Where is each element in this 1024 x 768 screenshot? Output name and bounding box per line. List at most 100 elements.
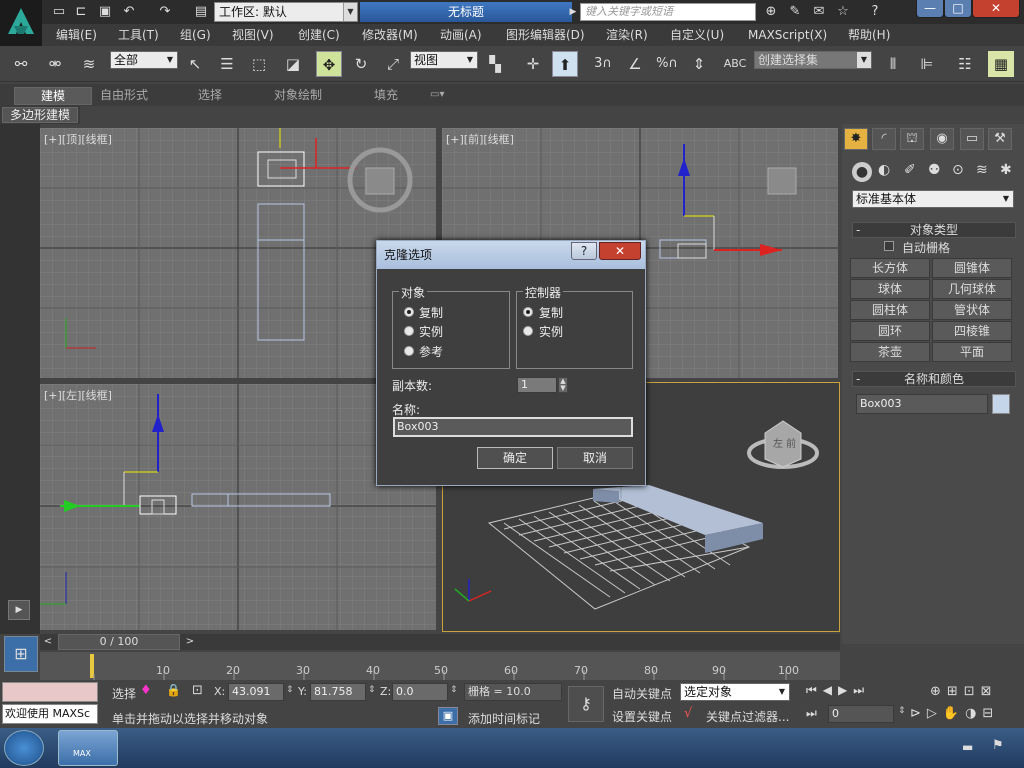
key-mode-dropdown[interactable]: 选定对象 ▼ <box>680 683 790 701</box>
geosphere-button[interactable]: 几何球体 <box>932 279 1012 299</box>
object-name-field[interactable]: Box003 <box>856 394 988 414</box>
display-tab-icon[interactable]: ▭ <box>960 128 984 150</box>
geometry-icon[interactable]: ● <box>852 162 872 182</box>
object-type-rollout[interactable]: - 对象类型 <box>852 222 1016 238</box>
maximize-button[interactable]: □ <box>944 0 972 18</box>
spinner-icon[interactable]: ⇕ <box>286 685 294 695</box>
language-bar[interactable]: ▬ <box>962 740 973 754</box>
help-icon[interactable]: ? <box>866 3 884 21</box>
x-coordinate-field[interactable]: 43.091 <box>228 683 284 701</box>
next-frame-icon[interactable]: > <box>182 634 198 650</box>
set-key-icon[interactable]: ⚷ <box>568 686 604 722</box>
clone-name-field[interactable]: Box003 <box>393 417 633 437</box>
communication-center-icon[interactable]: ✉ <box>810 3 828 21</box>
name-color-rollout[interactable]: - 名称和颜色 <box>852 371 1016 387</box>
spacewarps-icon[interactable]: ≋ <box>976 162 988 178</box>
expand-arrow-icon[interactable]: ▶ <box>8 600 30 620</box>
object-copy-radio[interactable] <box>404 307 414 317</box>
key-search-icon[interactable]: ✎ <box>786 3 804 21</box>
project-folder-icon[interactable]: ▤ <box>192 3 210 21</box>
rect-selection-icon[interactable]: ⬚ <box>246 51 272 77</box>
object-color-swatch[interactable] <box>992 394 1010 414</box>
open-file-icon[interactable]: ⊏ <box>72 3 90 21</box>
teapot-button[interactable]: 茶壶 <box>850 342 930 362</box>
viewport-label[interactable]: [+][左][线框] <box>44 387 112 403</box>
spinner-icon[interactable]: ⇕ <box>450 685 458 695</box>
time-tag-icon[interactable]: ▣ <box>438 707 458 725</box>
menu-graph-editors[interactable]: 图形编辑器(D) <box>506 27 585 43</box>
key-filters-button[interactable]: 关键点过滤器... <box>706 708 789 725</box>
menu-group[interactable]: 组(G) <box>180 27 211 43</box>
menu-create[interactable]: 创建(C) <box>298 27 340 43</box>
playback-controls[interactable]: ⏮◀▶⏭ <box>806 683 870 698</box>
viewport-label[interactable]: [+][顶][线框] <box>44 131 112 147</box>
maxscript-listener-pink[interactable] <box>2 682 98 702</box>
torus-button[interactable]: 圆环 <box>850 321 930 341</box>
redo-icon[interactable]: ↷ <box>156 3 174 21</box>
layer-manager-icon[interactable]: ☷ <box>952 51 978 77</box>
lock-icon[interactable]: 🔒 <box>166 683 181 697</box>
new-file-icon[interactable]: ▭ <box>50 3 68 21</box>
pyramid-button[interactable]: 四棱锥 <box>932 321 1012 341</box>
object-instance-radio[interactable] <box>404 326 414 336</box>
named-selection-dropdown[interactable]: 创建选择集 ▼ <box>754 51 872 69</box>
select-scale-icon[interactable]: ⤢ <box>380 51 406 77</box>
systems-icon[interactable]: ✱ <box>1000 162 1012 178</box>
tab-object-paint[interactable]: 对象绘制 <box>274 87 322 103</box>
dialog-help-button[interactable]: ? <box>571 242 597 260</box>
percent-snap-icon[interactable]: %∩ <box>654 51 680 77</box>
dialog-close-button[interactable]: ✕ <box>599 242 641 260</box>
key-filters-icon[interactable]: √ <box>684 706 692 721</box>
spinner-icon[interactable]: ⇕ <box>898 706 906 716</box>
maxscript-listener[interactable]: 欢迎使用 MAXSc <box>2 704 98 724</box>
controller-instance-radio[interactable] <box>523 326 533 336</box>
track-bar[interactable]: 10 20 30 40 50 60 70 80 90 100 <box>40 652 840 680</box>
time-slider[interactable]: < 0 / 100 > <box>40 634 840 650</box>
copies-spinner-icon[interactable]: ▲ ▼ <box>558 377 568 393</box>
undo-icon[interactable]: ↶ <box>120 3 138 21</box>
menu-modifiers[interactable]: 修改器(M) <box>362 27 418 43</box>
graphite-tools-icon[interactable]: ▦ <box>988 51 1014 77</box>
motion-tab-icon[interactable]: ◉ <box>930 128 954 150</box>
current-frame-field[interactable]: 0 <box>828 705 894 723</box>
workspace-dropdown[interactable]: 工作区: 默认 ▼ <box>214 2 358 22</box>
select-object-icon[interactable]: ↖ <box>182 51 208 77</box>
viewport-nav-controls[interactable]: ⊕⊞⊡⊠ <box>930 684 998 699</box>
viewport-layout-icon[interactable]: ⊞ <box>4 636 38 672</box>
binoculars-icon[interactable]: ⊕ <box>762 3 780 21</box>
plane-button[interactable]: 平面 <box>932 342 1012 362</box>
object-reference-radio[interactable] <box>404 346 414 356</box>
menu-tools[interactable]: 工具(T) <box>118 27 159 43</box>
close-button[interactable]: ✕ <box>972 0 1020 18</box>
save-icon[interactable]: ▣ <box>96 3 114 21</box>
key-mode-toggle-icon[interactable]: ⏭ <box>806 706 817 721</box>
menu-rendering[interactable]: 渲染(R) <box>606 27 648 43</box>
start-button[interactable] <box>4 730 44 766</box>
keyboard-shortcut-override-icon[interactable]: ⬆ <box>552 51 578 77</box>
add-time-tag[interactable]: 添加时间标记 <box>468 710 540 727</box>
snap-3d-icon[interactable]: 3∩ <box>590 51 616 77</box>
select-move-icon[interactable]: ✥ <box>316 51 342 77</box>
autogrid-checkbox[interactable] <box>884 241 894 251</box>
menu-customize[interactable]: 自定义(U) <box>670 27 724 43</box>
controller-copy-radio[interactable] <box>523 307 533 317</box>
edit-named-selection-icon[interactable]: ABC <box>722 51 748 77</box>
select-manipulate-icon[interactable]: ✛ <box>520 51 546 77</box>
search-input[interactable]: 键入关键字或短语 <box>580 3 756 21</box>
helpers-icon[interactable]: ⊙ <box>952 162 964 178</box>
menu-maxscript[interactable]: MAXScript(X) <box>748 27 827 43</box>
tab-freeform[interactable]: 自由形式 <box>100 87 148 103</box>
app-logo[interactable] <box>0 0 42 48</box>
subtab-polygon-modeling[interactable]: 多边形建模 <box>2 107 78 123</box>
menu-views[interactable]: 视图(V) <box>232 27 274 43</box>
mirror-icon[interactable]: ⫴ <box>880 51 906 77</box>
tube-button[interactable]: 管状体 <box>932 300 1012 320</box>
taskbar-app-3dsmax[interactable]: MAX <box>58 730 118 766</box>
absolute-mode-icon[interactable]: ⊡ <box>192 683 203 698</box>
window-crossing-icon[interactable]: ◪ <box>280 51 306 77</box>
bind-spacewarp-icon[interactable]: ≋ <box>76 51 102 77</box>
cancel-button[interactable]: 取消 <box>557 447 633 469</box>
minimize-button[interactable]: — <box>916 0 944 18</box>
viewport-label[interactable]: [+][前][线框] <box>446 131 514 147</box>
selection-filter-dropdown[interactable]: 全部 ▼ <box>110 51 178 69</box>
